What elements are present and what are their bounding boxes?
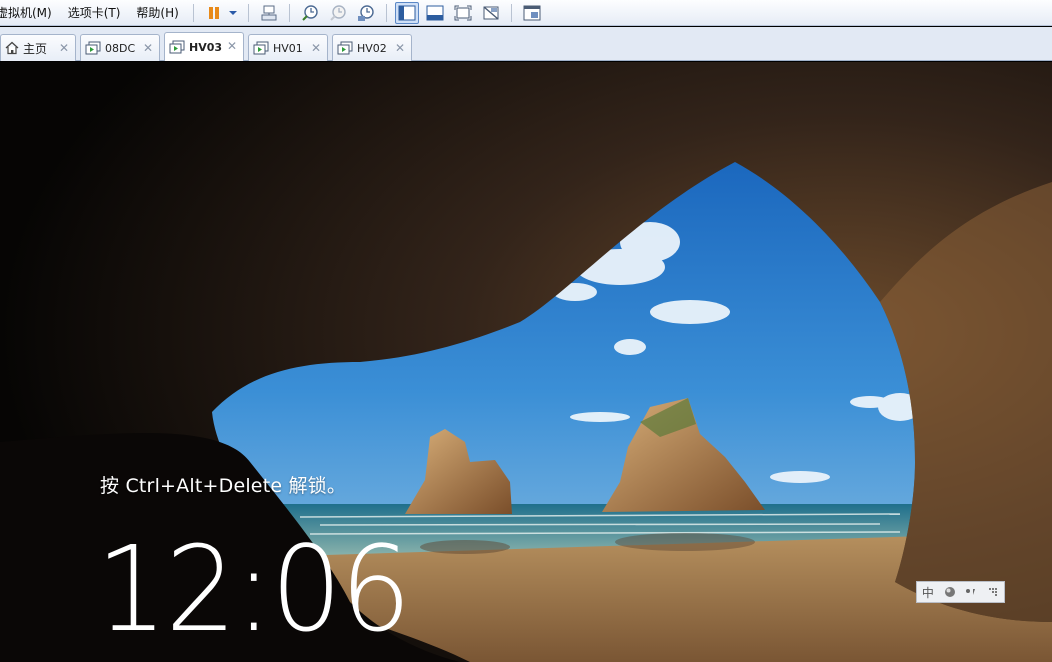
punctuation-icon xyxy=(966,589,976,595)
thumbnail-bar-button[interactable] xyxy=(423,2,447,24)
console-view-icon xyxy=(523,5,541,20)
lockscreen-clock: 12:06 xyxy=(96,520,411,658)
close-icon[interactable]: ✕ xyxy=(395,41,405,55)
tab-bar: 主页 ✕ 08DC ✕ HV03 ✕ HV01 ✕ HV02 ✕ xyxy=(0,27,1052,61)
full-screen-button[interactable] xyxy=(451,2,475,24)
snapshot-take-button[interactable] xyxy=(298,2,322,24)
tab-hv01[interactable]: HV01 ✕ xyxy=(248,34,328,61)
toolbar-separator xyxy=(247,3,249,22)
tab-08dc[interactable]: 08DC ✕ xyxy=(80,34,160,61)
vm-icon xyxy=(169,40,185,54)
pause-icon xyxy=(208,6,219,19)
thumbnail-bar-icon xyxy=(426,5,444,20)
unity-icon xyxy=(483,5,499,20)
tab-label: HV02 xyxy=(357,41,387,55)
grip-icon xyxy=(989,588,998,596)
ime-menu-handle[interactable] xyxy=(982,582,1004,602)
send-ctrl-alt-del-icon xyxy=(261,5,277,20)
power-dropdown-button[interactable] xyxy=(226,2,240,24)
close-icon[interactable]: ✕ xyxy=(143,41,153,55)
toolbar-separator xyxy=(510,3,512,22)
tab-label: 主页 xyxy=(23,41,48,56)
show-library-button[interactable] xyxy=(394,1,419,24)
ime-toolbar[interactable]: 中 xyxy=(916,581,1005,603)
vm-console[interactable]: 按 Ctrl+Alt+Delete 解锁。 12:06 中 xyxy=(0,62,1052,662)
send-ctrl-alt-del-button[interactable] xyxy=(257,2,281,24)
snapshot-revert-button[interactable] xyxy=(326,2,350,24)
menu-vm[interactable]: 虚拟机(M) xyxy=(0,0,60,26)
show-library-icon xyxy=(398,5,416,20)
unlock-hint-text: 按 Ctrl+Alt+Delete 解锁。 xyxy=(100,475,347,497)
home-icon xyxy=(5,41,19,55)
snapshot-manager-icon xyxy=(357,4,374,21)
menu-toolbar: 虚拟机(M) 选项卡(T) 帮助(H) xyxy=(0,0,1052,26)
vm-icon xyxy=(337,41,353,55)
dropdown-arrow-icon xyxy=(228,10,237,15)
snapshot-take-icon xyxy=(302,4,318,21)
close-icon[interactable]: ✕ xyxy=(311,41,321,55)
menu-help[interactable]: 帮助(H) xyxy=(128,0,186,26)
tab-label: HV03 xyxy=(189,40,223,54)
menu-tabs[interactable]: 选项卡(T) xyxy=(60,0,129,26)
vm-icon xyxy=(253,41,269,55)
snapshot-manager-button[interactable] xyxy=(354,2,378,24)
close-icon[interactable]: ✕ xyxy=(59,41,69,55)
tab-home[interactable]: 主页 ✕ xyxy=(0,34,76,61)
toolbar-separator xyxy=(288,3,290,22)
unity-button[interactable] xyxy=(479,2,503,24)
snapshot-revert-icon xyxy=(330,4,346,21)
ime-punctuation-toggle[interactable] xyxy=(961,582,983,602)
full-screen-icon xyxy=(454,5,472,20)
full-half-width-icon xyxy=(944,587,955,597)
tab-label: 08DC xyxy=(105,41,136,55)
close-icon[interactable]: ✕ xyxy=(227,39,237,53)
pause-button[interactable] xyxy=(202,2,226,24)
tab-hv02[interactable]: HV02 ✕ xyxy=(332,34,412,61)
ime-shape-toggle[interactable] xyxy=(939,582,961,602)
toolbar-separator xyxy=(385,3,387,22)
tab-hv03[interactable]: HV03 ✕ xyxy=(164,32,244,61)
toolbar-separator xyxy=(192,3,194,22)
console-view-button[interactable] xyxy=(520,2,544,24)
tab-label: HV01 xyxy=(273,41,303,55)
vm-icon xyxy=(85,41,101,55)
ime-mode-toggle[interactable]: 中 xyxy=(917,582,939,602)
